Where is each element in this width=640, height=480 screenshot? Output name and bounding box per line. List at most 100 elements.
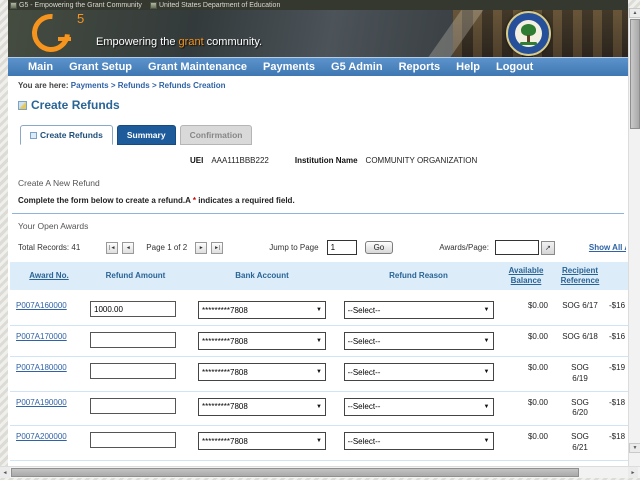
banner: 5 Empowering the grant community. <box>8 10 628 57</box>
scroll-down-icon[interactable]: ▼ <box>629 443 640 453</box>
nav-grant-setup[interactable]: Grant Setup <box>69 61 132 73</box>
pagination-bar: Total Records: 41 |◄ ◄ Page 1 of 2 ► ►| … <box>18 240 626 255</box>
instruction-post: indicates a required field. <box>196 196 295 205</box>
bank-account-select[interactable]: *********7808 <box>198 301 326 319</box>
sort-available-balance[interactable]: Available Balance <box>509 266 544 285</box>
recipient-reference-value: SOG 6/18 <box>556 326 604 357</box>
breadcrumb-separator: > <box>152 81 157 90</box>
total-records-label: Total Records: <box>18 243 69 252</box>
sort-award-no[interactable]: Award No. <box>29 271 68 280</box>
scroll-left-icon[interactable]: ◄ <box>0 467 10 478</box>
bank-account-select[interactable]: *********7808 <box>198 332 326 350</box>
nav-reports[interactable]: Reports <box>399 61 441 73</box>
refund-amount-input[interactable] <box>90 332 176 348</box>
refund-reason-select[interactable]: --Select-- <box>344 398 494 416</box>
last-page-button[interactable]: ►| <box>211 242 223 254</box>
nav-help[interactable]: Help <box>456 61 480 73</box>
bank-account-select[interactable]: *********7808 <box>198 363 326 381</box>
nav-grant-maintenance[interactable]: Grant Maintenance <box>148 61 247 73</box>
institution-name-value: COMMUNITY ORGANIZATION <box>366 156 478 165</box>
bank-account-select[interactable]: *********7808 <box>198 432 326 450</box>
available-balance-value: $0.00 <box>496 293 556 326</box>
open-awards-table-wrap: Award No. Refund Amount Bank Account Ref… <box>10 262 628 470</box>
tab-create-refunds-label: Create Refunds <box>40 130 103 140</box>
nav-g5-admin[interactable]: G5 Admin <box>331 61 383 73</box>
institution-name-label: Institution Name <box>295 156 358 165</box>
breadcrumb-payments[interactable]: Payments <box>71 81 109 90</box>
window-title-strip: G5 - Empowering the Grant Community Unit… <box>8 0 628 10</box>
show-all-awards-link[interactable]: Show All Awards <box>589 243 626 252</box>
bank-account-select[interactable]: *********7808 <box>198 398 326 416</box>
uei-label: UEI <box>190 156 203 165</box>
seal-tree-trunk <box>527 35 530 42</box>
tagline-accent: grant <box>179 36 204 48</box>
refund-reason-select[interactable]: --Select-- <box>344 301 494 319</box>
breadcrumb-prefix: You are here: <box>18 81 69 90</box>
banner-tagline: Empowering the grant community. <box>96 36 262 48</box>
window-icon <box>150 2 157 9</box>
scroll-right-icon[interactable]: ► <box>628 467 638 478</box>
col-refund-amount: Refund Amount <box>88 262 183 293</box>
window-icon <box>10 2 17 9</box>
recipient-reference-value: SOG 6/17 <box>556 293 604 326</box>
col-recipient-reference: Recipient Reference <box>556 262 604 293</box>
next-page-button[interactable]: ► <box>195 242 207 254</box>
uei-value: AAA111BBB222 <box>211 156 269 165</box>
table-row: P007A180000 *********7808▼ --Select--▼ $… <box>10 357 628 392</box>
refund-reason-select[interactable]: --Select-- <box>344 363 494 381</box>
nav-logout[interactable]: Logout <box>496 61 533 73</box>
scroll-up-icon[interactable]: ▲ <box>629 8 640 18</box>
award-link[interactable]: P007A180000 <box>16 363 67 372</box>
tab-summary[interactable]: Summary <box>117 125 176 145</box>
refund-amount-input[interactable] <box>90 301 176 317</box>
vertical-scrollbar-thumb[interactable] <box>630 19 640 129</box>
identity-row: UEI AAA111BBB222 Institution Name COMMUN… <box>8 156 628 165</box>
refund-amount-input[interactable] <box>90 363 176 379</box>
award-link[interactable]: P007A200000 <box>16 432 67 441</box>
refund-amount-input[interactable] <box>90 398 176 414</box>
horizontal-scrollbar[interactable]: ◄ ► <box>0 466 640 478</box>
awards-per-page-go-icon[interactable]: ↗ <box>541 241 555 255</box>
sort-recipient-reference[interactable]: Recipient Reference <box>561 266 600 285</box>
col-award-no: Award No. <box>10 262 88 293</box>
tab-create-refunds[interactable]: Create Refunds <box>20 125 113 145</box>
g5-logo-bar <box>58 37 71 41</box>
col-available-balance: Available Balance <box>496 262 556 293</box>
first-page-button[interactable]: |◄ <box>106 242 118 254</box>
total-records: Total Records: 41 <box>18 243 80 252</box>
award-link[interactable]: P007A170000 <box>16 332 67 341</box>
open-awards-table: Award No. Refund Amount Bank Account Ref… <box>10 262 628 470</box>
go-button[interactable]: Go <box>365 241 394 254</box>
prev-page-button[interactable]: ◄ <box>122 242 134 254</box>
create-refunds-icon <box>18 101 27 110</box>
page-indicator: Page 1 of 2 <box>146 243 187 252</box>
jump-to-page-label: Jump to Page <box>269 243 318 252</box>
tagline-pre: Empowering the <box>96 36 179 48</box>
table-header-row: Award No. Refund Amount Bank Account Ref… <box>10 262 628 293</box>
available-balance-value: $0.00 <box>496 426 556 461</box>
vertical-scrollbar[interactable]: ▲ ▼ <box>628 8 640 466</box>
tab-icon <box>30 132 37 139</box>
col-refund-reason: Refund Reason <box>341 262 496 293</box>
table-row: P007A200000 *********7808▼ --Select--▼ $… <box>10 426 628 461</box>
breadcrumb-refunds[interactable]: Refunds <box>118 81 150 90</box>
refund-reason-select[interactable]: --Select-- <box>344 432 494 450</box>
net-value: -$18 <box>604 391 628 426</box>
award-link[interactable]: P007A160000 <box>16 301 67 310</box>
recipient-reference-value: SOG 6/20 <box>556 391 604 426</box>
net-value: -$16 <box>604 293 628 326</box>
refund-reason-select[interactable]: --Select-- <box>344 332 494 350</box>
breadcrumb-refunds-creation[interactable]: Refunds Creation <box>159 81 226 90</box>
tab-bar: Create Refunds Summary Confirmation <box>20 125 628 145</box>
jump-to-page-input[interactable] <box>327 240 357 255</box>
tab-confirmation[interactable]: Confirmation <box>180 125 253 145</box>
table-row: P007A190000 *********7808▼ --Select--▼ $… <box>10 391 628 426</box>
refund-amount-input[interactable] <box>90 432 176 448</box>
net-value: -$18 <box>604 426 628 461</box>
horizontal-scrollbar-thumb[interactable] <box>11 468 579 477</box>
nav-main[interactable]: Main <box>28 61 53 73</box>
g5-logo-five: 5 <box>77 11 84 26</box>
award-link[interactable]: P007A190000 <box>16 398 67 407</box>
nav-payments[interactable]: Payments <box>263 61 315 73</box>
awards-per-page-input[interactable] <box>495 240 539 255</box>
